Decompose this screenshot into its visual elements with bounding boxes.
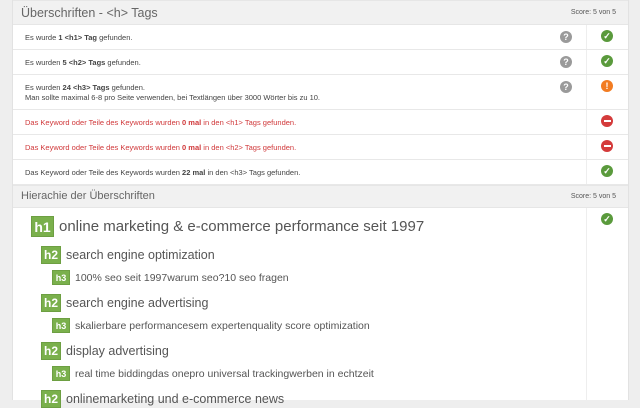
- heading-node-h2: h2 search engine optimization: [41, 246, 215, 264]
- check-text: Es wurde 1 <h1> Tag gefunden.: [25, 33, 132, 43]
- check-text: Das Keyword oder Teile des Keywords wurd…: [25, 168, 300, 178]
- heading-node-h3: h3 skalierbare performancesem expertenqua…: [52, 318, 370, 333]
- heading-level-badge: h3: [52, 270, 70, 285]
- bold-value: 0 mal: [182, 143, 202, 152]
- heading-level-badge: h2: [41, 342, 61, 360]
- text: Das Keyword oder Teile des Keywords wurd…: [25, 168, 183, 177]
- status-column: !: [586, 75, 628, 109]
- check-row: Das Keyword oder Teile des Keywords wurd…: [13, 160, 628, 185]
- bold-value: 1 <h1> Tag: [58, 33, 97, 42]
- warning-icon: !: [601, 80, 613, 92]
- heading-level-badge: h3: [52, 318, 70, 333]
- heading-node-h3: h3 100% seo seit 1997warum seo?10 seo fra…: [52, 270, 289, 285]
- section-header-headings: Überschriften - <h> Tags Score: 5 von 5: [13, 0, 628, 25]
- check-text: Das Keyword oder Teile des Keywords wurd…: [25, 143, 296, 153]
- check-row: Es wurde 1 <h1> Tag gefunden.? ✓: [13, 25, 628, 50]
- text: Es wurden: [25, 83, 63, 92]
- heading-level-badge: h2: [41, 390, 61, 408]
- text: in den <h1> Tags gefunden.: [201, 118, 297, 127]
- bold-value: 0 mal: [182, 118, 202, 127]
- hint-text: Man sollte maximal 6-8 pro Seite verwend…: [25, 93, 321, 102]
- bold-value: 5 <h2> Tags: [62, 58, 106, 67]
- headings-panel: Überschriften - <h> Tags Score: 5 von 5 …: [12, 0, 629, 408]
- status-column: [586, 135, 628, 159]
- text: in den <h3> Tags gefunden.: [205, 168, 301, 177]
- status-column: ✓: [586, 25, 628, 49]
- status-column: ✓: [586, 208, 628, 408]
- check-row: Es wurden 24 <h3> Tags gefunden. Man soll…: [13, 75, 628, 110]
- help-icon[interactable]: ?: [560, 56, 572, 68]
- heading-node-h1: h1 online marketing & e-commerce performa…: [31, 216, 424, 237]
- heading-node-h2: h2 display advertising: [41, 342, 169, 360]
- heading-text: display advertising: [66, 344, 169, 358]
- heading-level-badge: h2: [41, 294, 61, 312]
- heading-node-h2: h2 search engine advertising: [41, 294, 208, 312]
- heading-text: 100% seo seit 1997warum seo?10 seo frage…: [75, 271, 289, 284]
- check-row: Das Keyword oder Teile des Keywords wurd…: [13, 110, 628, 135]
- check-text: Das Keyword oder Teile des Keywords wurd…: [25, 118, 296, 128]
- check-text: Es wurden 24 <h3> Tags gefunden. Man soll…: [25, 83, 320, 103]
- heading-level-badge: h2: [41, 246, 61, 264]
- heading-text: real time biddingdas onepro universal tr…: [75, 367, 374, 380]
- status-column: ✓: [586, 50, 628, 74]
- text: in den <h2> Tags gefunden.: [201, 143, 297, 152]
- status-column: [586, 110, 628, 134]
- heading-text: onlinemarketing und e-commerce news: [66, 392, 285, 406]
- section-title: Hierachie der Überschriften: [21, 190, 155, 202]
- section-header-hierarchy: Hierachie der Überschriften Score: 5 von…: [13, 185, 628, 208]
- help-icon[interactable]: ?: [560, 31, 572, 43]
- check-text: Es wurden 5 <h2> Tags gefunden.: [25, 58, 141, 68]
- heading-level-badge: h3: [52, 366, 70, 381]
- error-minus-icon: [601, 115, 613, 127]
- heading-node-h2: h2 onlinemarketing und e-commerce news: [41, 390, 284, 408]
- heading-text: skalierbare performancesem expertenquali…: [75, 319, 370, 332]
- text: gefunden.: [105, 58, 141, 67]
- check-row: Es wurden 5 <h2> Tags gefunden.? ✓: [13, 50, 628, 75]
- check-row: Das Keyword oder Teile des Keywords wurd…: [13, 135, 628, 160]
- heading-text: search engine advertising: [66, 296, 209, 310]
- text: Das Keyword oder Teile des Keywords wurd…: [25, 118, 183, 127]
- check-circle-icon: ✓: [601, 30, 613, 42]
- bold-value: 24 <h3> Tags: [62, 83, 110, 92]
- error-minus-icon: [601, 140, 613, 152]
- bold-value: 22 mal: [182, 168, 206, 177]
- heading-node-h3: h3 real time biddingdas onepro universal …: [52, 366, 374, 381]
- text: Es wurden: [25, 58, 63, 67]
- text: Das Keyword oder Teile des Keywords wurd…: [25, 143, 183, 152]
- heading-text: online marketing & e-commerce performanc…: [59, 218, 425, 235]
- help-icon[interactable]: ?: [560, 81, 572, 93]
- text: gefunden.: [97, 33, 133, 42]
- status-column: ✓: [586, 160, 628, 184]
- heading-hierarchy-tree: ✓ h1 online marketing & e-commerce perfor…: [13, 208, 628, 408]
- heading-text: search engine optimization: [66, 248, 215, 262]
- check-circle-icon: ✓: [601, 55, 613, 67]
- section-title: Überschriften - <h> Tags: [21, 6, 158, 20]
- check-circle-icon: ✓: [601, 165, 613, 177]
- heading-level-badge: h1: [31, 216, 54, 237]
- text: gefunden.: [109, 83, 145, 92]
- section-score: Score: 5 von 5: [570, 193, 616, 200]
- section-score: Score: 5 von 5: [570, 9, 616, 16]
- check-circle-icon: ✓: [601, 213, 613, 225]
- text: Es wurde: [25, 33, 59, 42]
